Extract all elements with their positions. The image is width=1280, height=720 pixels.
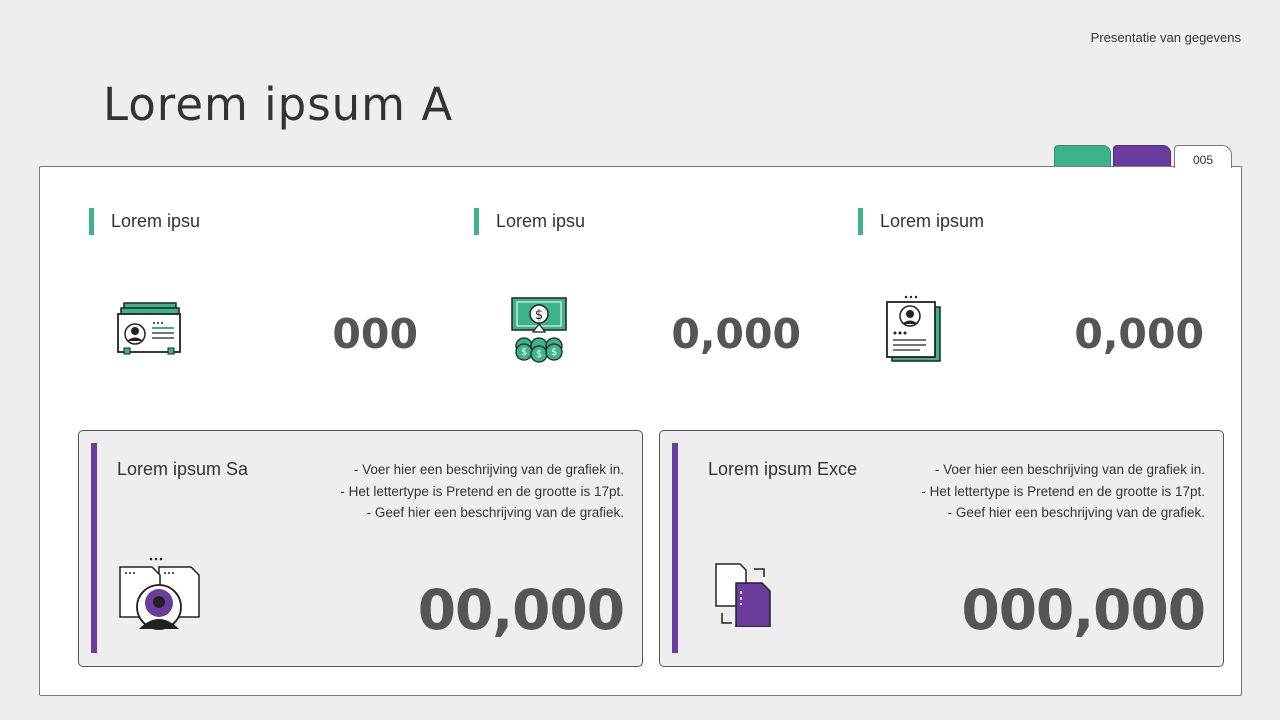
summary-card-2: Lorem ipsum Exce - Voer hier een beschri… <box>659 430 1224 667</box>
money-coins-icon: $ $ $ $ <box>510 296 568 369</box>
copy-files-icon <box>714 561 774 632</box>
stat-value-3: 0,000 <box>1074 310 1204 358</box>
stat-label-2: Lorem ipsu <box>474 207 585 235</box>
svg-text:$: $ <box>521 347 527 358</box>
card-description-2: - Voer hier een beschrijving van de graf… <box>921 459 1205 524</box>
stat-label-3: Lorem ipsum <box>858 207 984 235</box>
svg-text:$: $ <box>535 308 543 323</box>
presentation-label: Presentatie van gegevens <box>1090 30 1241 45</box>
svg-text:$: $ <box>551 347 557 358</box>
card-line: - Geef hier een beschrijving van de graf… <box>947 505 1205 520</box>
svg-text:$: $ <box>536 349 542 360</box>
card-value-2: 000,000 <box>961 578 1206 642</box>
page-title: Lorem ipsum A <box>103 78 454 131</box>
page-number-tab: 005 <box>1174 145 1232 168</box>
card-accent-bar <box>672 443 678 653</box>
card-line: - Het lettertype is Pretend en de groott… <box>921 483 1205 499</box>
id-card-icon <box>116 300 184 363</box>
card-accent-bar <box>91 443 97 653</box>
card-line: - Voer hier een beschrijving van de graf… <box>353 462 624 477</box>
summary-card-1: Lorem ipsum Sa - Voer hier een beschrijv… <box>78 430 643 667</box>
card-value-1: 00,000 <box>417 578 625 642</box>
card-description-1: - Voer hier een beschrijving van de graf… <box>340 459 624 524</box>
card-title-2: Lorem ipsum Exce <box>708 459 858 479</box>
stat-label-1: Lorem ipsu <box>89 207 200 235</box>
card-line: - Voer hier een beschrijving van de graf… <box>934 462 1205 477</box>
card-line: - Het lettertype is Pretend en de groott… <box>340 483 624 499</box>
stat-value-1: 000 <box>332 310 418 358</box>
stat-value-2: 0,000 <box>671 310 801 358</box>
card-title-1: Lorem ipsum Sa <box>117 459 249 479</box>
person-documents-icon <box>117 555 203 640</box>
card-line: - Geef hier een beschrijving van de graf… <box>366 505 624 520</box>
resume-document-icon <box>884 294 944 369</box>
